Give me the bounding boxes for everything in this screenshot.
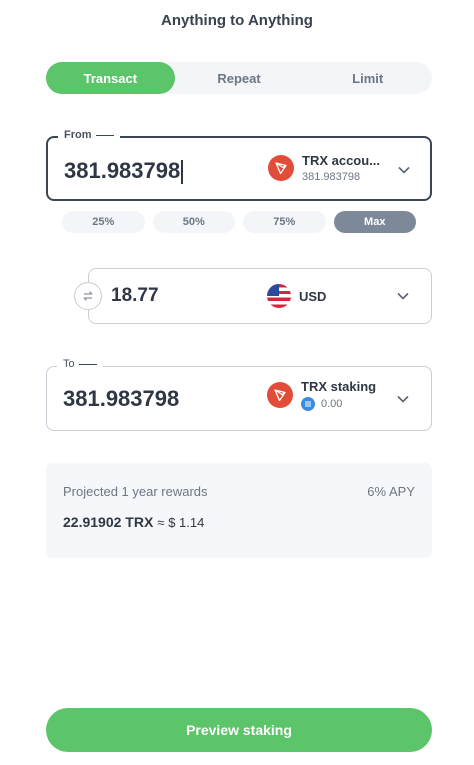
from-asset-selector[interactable]: TRX accou... 381.983798: [268, 153, 380, 183]
us-flag-icon: [267, 284, 291, 308]
to-asset-selector[interactable]: TRX staking 0.00: [267, 379, 376, 411]
text-cursor: [181, 160, 183, 185]
preview-staking-button[interactable]: Preview staking: [46, 708, 432, 752]
rewards-value: 22.91902 TRX ≈ $ 1.14: [63, 514, 204, 530]
pct-75-button[interactable]: 75%: [243, 211, 326, 233]
to-asset-name: TRX staking: [301, 379, 377, 394]
rewards-panel: Projected 1 year rewards 6% APY 22.91902…: [46, 463, 432, 558]
to-amount: 381.983798: [63, 386, 180, 411]
rewards-usd: $ 1.14: [168, 515, 205, 530]
from-asset-name: TRX accou...: [302, 153, 381, 168]
tab-limit[interactable]: Limit: [303, 62, 432, 94]
rewards-approx: ≈: [157, 515, 165, 530]
tab-transact[interactable]: Transact: [46, 62, 175, 94]
fiat-amount-input[interactable]: 18.77: [111, 285, 159, 307]
currency-label: USD: [299, 288, 327, 304]
from-amount-input[interactable]: 381.983798: [64, 158, 183, 185]
to-field[interactable]: To 381.983798 TRX staking 0.00: [46, 358, 432, 431]
pct-max-button[interactable]: Max: [333, 211, 416, 233]
tron-icon: [267, 382, 293, 408]
to-asset-balance: 0.00: [321, 398, 343, 410]
mode-tabs: Transact Repeat Limit: [46, 62, 432, 94]
swap-icon[interactable]: [74, 282, 102, 310]
from-asset-balance: 381.983798: [302, 171, 361, 183]
percent-buttons: 25% 50% 75% Max: [62, 211, 416, 233]
from-label: From: [58, 129, 120, 141]
chevron-down-icon[interactable]: [396, 392, 410, 406]
rewards-label: Projected 1 year rewards: [63, 484, 208, 499]
to-label: To: [57, 358, 103, 370]
fiat-field[interactable]: 18.77 USD: [88, 268, 432, 324]
pct-50-button[interactable]: 50%: [152, 211, 235, 233]
coin-stack-icon: [301, 397, 315, 411]
tab-repeat[interactable]: Repeat: [175, 62, 304, 94]
pct-25-button[interactable]: 25%: [62, 211, 145, 233]
page-title: Anything to Anything: [161, 12, 313, 29]
rewards-trx: 22.91902 TRX: [63, 514, 154, 530]
chevron-down-icon[interactable]: [396, 289, 410, 303]
from-field[interactable]: From 381.983798 TRX accou... 381.983798: [46, 129, 432, 201]
chevron-down-icon[interactable]: [397, 163, 411, 177]
currency-selector[interactable]: USD: [267, 284, 326, 308]
tron-icon: [268, 155, 294, 181]
apy-value: 6% APY: [367, 484, 415, 499]
